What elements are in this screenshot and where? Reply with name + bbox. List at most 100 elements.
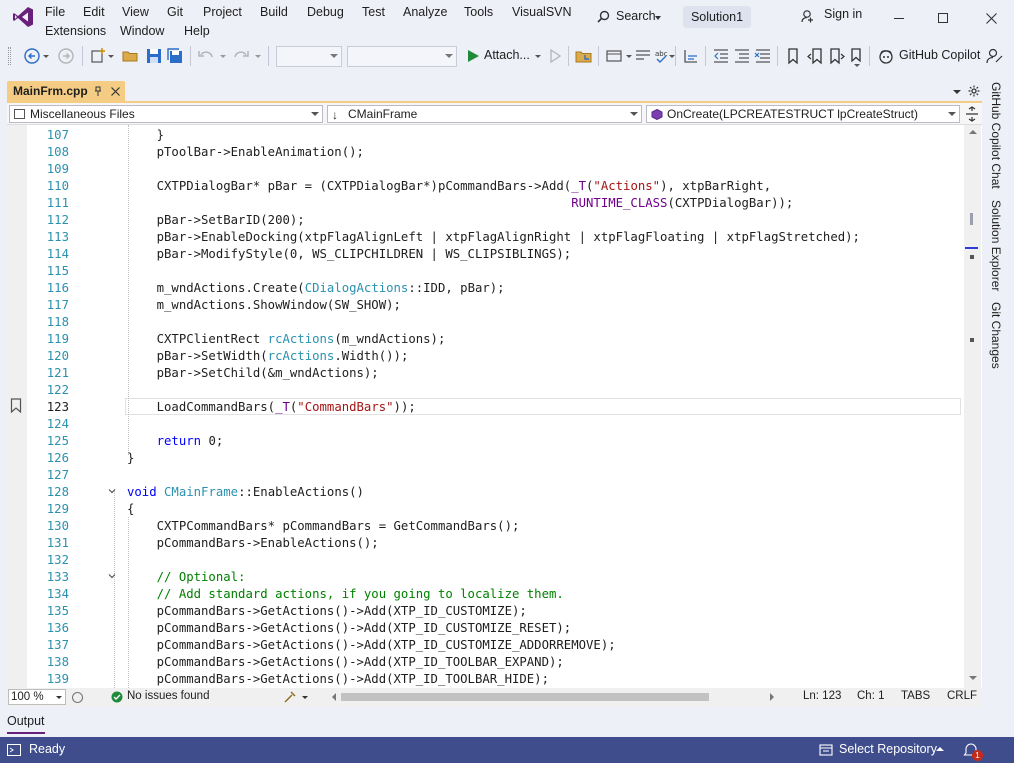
code-line[interactable]: 128 void CMainFrame::EnableActions() xyxy=(7,484,964,501)
code-line[interactable]: 132 xyxy=(7,552,964,569)
code-line[interactable]: 139 pCommandBars->GetActions()->Add(XTP_… xyxy=(7,671,964,688)
menu-test[interactable]: Test xyxy=(362,5,385,19)
menu-extensions[interactable]: Extensions xyxy=(45,24,106,38)
code-cleanup-icon[interactable] xyxy=(283,690,297,704)
menu-window[interactable]: Window xyxy=(120,24,164,38)
code-line[interactable]: 122 xyxy=(7,382,964,399)
next-bookmark-icon[interactable] xyxy=(828,47,846,65)
comment-icon[interactable] xyxy=(733,47,751,65)
code-editor[interactable]: 107 } 108 pToolBar->EnableAnimation(); 109… xyxy=(7,125,982,688)
menu-git[interactable]: Git xyxy=(167,5,183,19)
scroll-down-icon[interactable] xyxy=(969,676,977,680)
menu-edit[interactable]: Edit xyxy=(83,5,105,19)
code-line[interactable]: 137 pCommandBars->GetActions()->Add(XTP_… xyxy=(7,637,964,654)
ai-sparkle-icon[interactable] xyxy=(71,691,84,704)
close-window-button[interactable] xyxy=(968,0,1014,34)
code-line[interactable]: 108 pToolBar->EnableAnimation(); xyxy=(7,144,964,161)
horizontal-scroll-thumb[interactable] xyxy=(341,693,709,701)
toolbar-grip[interactable] xyxy=(8,47,11,65)
solution-configuration-select[interactable] xyxy=(276,46,342,67)
scroll-up-icon[interactable] xyxy=(969,130,977,134)
search-button[interactable]: Search xyxy=(591,6,671,28)
scope-select[interactable]: ↓ CMainFrame xyxy=(327,105,642,123)
member-select[interactable]: OnCreate(LPCREATESTRUCT lpCreateStruct) xyxy=(646,105,960,123)
code-line[interactable]: 110 CXTPDialogBar* pBar = (CXTPDialogBar… xyxy=(7,178,964,195)
gear-icon[interactable] xyxy=(968,85,980,97)
clear-bookmarks-icon[interactable] xyxy=(848,47,866,65)
previous-bookmark-icon[interactable] xyxy=(806,47,824,65)
issues-status[interactable]: No issues found xyxy=(127,690,209,702)
chevron-down-icon[interactable] xyxy=(626,55,632,58)
code-line[interactable]: 127 xyxy=(7,467,964,484)
menu-file[interactable]: File xyxy=(45,5,65,19)
code-line[interactable]: 123 LoadCommandBars(_T("CommandBars")); xyxy=(7,399,964,416)
code-line[interactable]: 111 RUNTIME_CLASS(CXTPDialogBar)); xyxy=(7,195,964,212)
tab-solution-explorer[interactable]: Solution Explorer xyxy=(989,200,1003,291)
code-line[interactable]: 126} xyxy=(7,450,964,467)
outdent-icon[interactable] xyxy=(712,47,730,65)
bookmark-icon[interactable] xyxy=(784,47,802,65)
code-line[interactable]: 129 { xyxy=(7,501,964,518)
toolbox-icon[interactable] xyxy=(605,47,623,65)
sign-in-button[interactable]: Sign in xyxy=(824,7,862,21)
menu-build[interactable]: Build xyxy=(260,5,288,19)
chevron-down-icon[interactable] xyxy=(854,64,860,67)
solution-name-badge[interactable]: Solution1 xyxy=(683,6,751,28)
code-line[interactable]: 136 pCommandBars->GetActions()->Add(XTP_… xyxy=(7,620,964,637)
chevron-down-icon[interactable] xyxy=(255,55,261,58)
tab-github-copilot-chat[interactable]: GitHub Copilot Chat xyxy=(989,82,1003,189)
menu-view[interactable]: View xyxy=(122,5,149,19)
chevron-down-icon[interactable] xyxy=(302,696,308,699)
code-line[interactable]: 134 // Add standard actions, if you goin… xyxy=(7,586,964,603)
undo-icon[interactable] xyxy=(197,47,215,65)
zoom-select[interactable]: 100 % xyxy=(8,689,66,705)
pin-icon[interactable] xyxy=(93,86,103,97)
chevron-down-icon[interactable] xyxy=(220,55,226,58)
open-folder-icon[interactable] xyxy=(122,47,140,65)
chevron-up-icon[interactable] xyxy=(936,747,944,751)
close-icon[interactable] xyxy=(111,87,120,96)
chevron-down-icon[interactable] xyxy=(108,55,114,58)
code-line[interactable]: 117 m_wndActions.ShowWindow(SW_SHOW); xyxy=(7,297,964,314)
code-line[interactable]: 112 pBar->SetBarID(200); xyxy=(7,212,964,229)
chevron-down-icon[interactable] xyxy=(43,55,49,58)
menu-tools[interactable]: Tools xyxy=(464,5,493,19)
menu-help[interactable]: Help xyxy=(184,24,210,38)
solution-platform-select[interactable] xyxy=(347,46,457,67)
minimize-button[interactable] xyxy=(876,0,922,34)
line-number-indicator[interactable]: Ln: 123 xyxy=(803,690,841,702)
github-copilot-button[interactable]: GitHub Copilot xyxy=(899,48,980,62)
code-line[interactable]: 107 } xyxy=(7,127,964,144)
format-icon[interactable] xyxy=(634,47,652,65)
code-line[interactable]: 135 pCommandBars->GetActions()->Add(XTP_… xyxy=(7,603,964,620)
hot-reload-icon[interactable] xyxy=(575,47,593,65)
code-line[interactable]: 114 pBar->ModifyStyle(0, WS_CLIPCHILDREN… xyxy=(7,246,964,263)
attach-button[interactable]: Attach... xyxy=(484,48,530,62)
code-line[interactable]: 121 pBar->SetChild(&m_wndActions); xyxy=(7,365,964,382)
maximize-button[interactable] xyxy=(920,0,966,34)
menu-analyze[interactable]: Analyze xyxy=(403,5,447,19)
indentation-indicator[interactable]: TABS xyxy=(901,690,930,702)
split-editor-icon[interactable] xyxy=(965,106,979,122)
scroll-left-icon[interactable] xyxy=(332,693,336,701)
code-line[interactable]: 130 CXTPCommandBars* pCommandBars = GetC… xyxy=(7,518,964,535)
tab-mainfrm-cpp[interactable]: MainFrm.cpp xyxy=(7,81,125,103)
navigate-back-icon[interactable] xyxy=(23,47,41,65)
play-icon[interactable] xyxy=(464,47,482,65)
code-line[interactable]: 118 xyxy=(7,314,964,331)
column-indicator[interactable]: Ch: 1 xyxy=(857,690,885,702)
redo-icon[interactable] xyxy=(232,47,250,65)
code-line[interactable]: 138 pCommandBars->GetActions()->Add(XTP_… xyxy=(7,654,964,671)
menu-project[interactable]: Project xyxy=(203,5,242,19)
navigate-forward-icon[interactable] xyxy=(57,47,75,65)
chevron-down-icon[interactable] xyxy=(535,55,541,58)
tab-git-changes[interactable]: Git Changes xyxy=(989,302,1003,369)
code-line[interactable]: 109 xyxy=(7,161,964,178)
project-select[interactable]: Miscellaneous Files xyxy=(9,105,323,123)
code-line[interactable]: 119 CXTPClientRect rcActions(m_wndAction… xyxy=(7,331,964,348)
code-line[interactable]: 131 pCommandBars->EnableActions(); xyxy=(7,535,964,552)
menu-debug[interactable]: Debug xyxy=(307,5,344,19)
tab-output[interactable]: Output xyxy=(7,714,45,728)
scroll-right-icon[interactable] xyxy=(770,693,774,701)
save-all-icon[interactable] xyxy=(166,47,184,65)
